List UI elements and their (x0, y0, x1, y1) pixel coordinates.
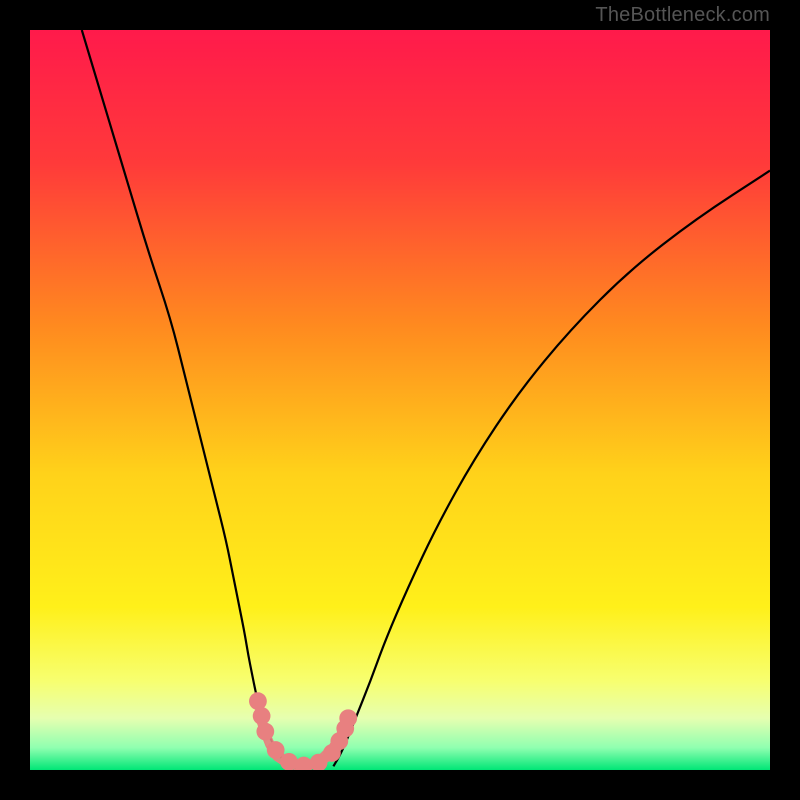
marker-dot (256, 723, 274, 741)
plot-area (30, 30, 770, 770)
marker-dot (253, 707, 271, 725)
chart-frame: TheBottleneck.com (0, 0, 800, 800)
marker-dot (339, 709, 357, 727)
gradient-background (30, 30, 770, 770)
watermark-text: TheBottleneck.com (595, 4, 770, 27)
marker-dot (249, 692, 267, 710)
marker-dot (267, 741, 285, 759)
chart-svg (30, 30, 770, 770)
